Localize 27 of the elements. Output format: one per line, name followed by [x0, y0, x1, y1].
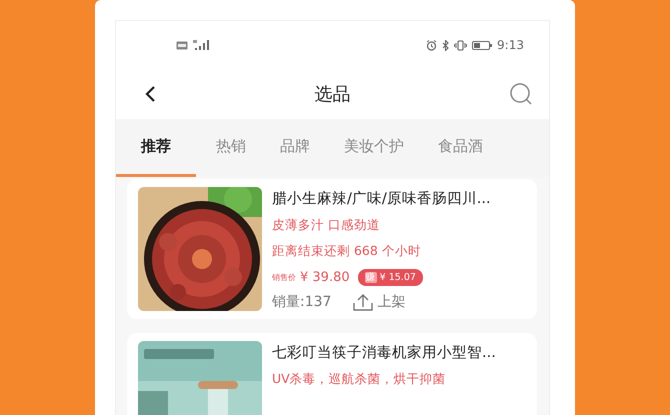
product-title: 七彩叮当筷子消毒机家用小型智...: [272, 344, 496, 362]
sales-count: 销量:137: [272, 293, 332, 311]
hd-icon: [176, 40, 188, 50]
battery-icon: [472, 40, 492, 50]
price-label: 销售价: [272, 272, 296, 283]
product-card[interactable]: 七彩叮当筷子消毒机家用小型智... UV杀毒，巡航杀菌，烘干抑菌: [127, 333, 537, 415]
category-tab[interactable]: 热销: [216, 119, 246, 177]
price: ¥ 39.80: [300, 270, 350, 285]
category-tab[interactable]: 品牌: [280, 119, 310, 177]
product-title: 腊小生麻辣/广味/原味香肠四川...: [272, 190, 491, 208]
page-title: 选品: [314, 83, 350, 106]
vibrate-icon: [454, 40, 468, 50]
product-card[interactable]: 腊小生麻辣/广味/原味香肠四川... 皮薄多汁 口感劲道 距离结束还剩 668 个小时 销售价 ¥ 39.80 赚 ¥ 15.07 销量:137 上架: [127, 179, 537, 319]
earn-badge: 赚 ¥ 15.07: [358, 269, 423, 286]
product-tagline: 皮薄多汁 口感劲道: [272, 217, 381, 234]
alarm-icon: [426, 40, 438, 50]
search-icon: [509, 82, 533, 106]
signal-icon: [193, 40, 209, 50]
countdown-text: 距离结束还剩 668 个小时: [272, 243, 422, 260]
shelve-button[interactable]: 上架: [353, 293, 406, 311]
product-tagline: UV杀毒，巡航杀菌，烘干抑菌: [272, 371, 447, 388]
upload-icon: [353, 293, 374, 311]
status-time: 9:13: [497, 38, 524, 52]
category-tab[interactable]: 食品酒: [438, 119, 483, 177]
category-tab[interactable]: 美妆个护: [344, 119, 404, 177]
bluetooth-icon: [442, 40, 450, 50]
back-icon: [144, 85, 156, 103]
